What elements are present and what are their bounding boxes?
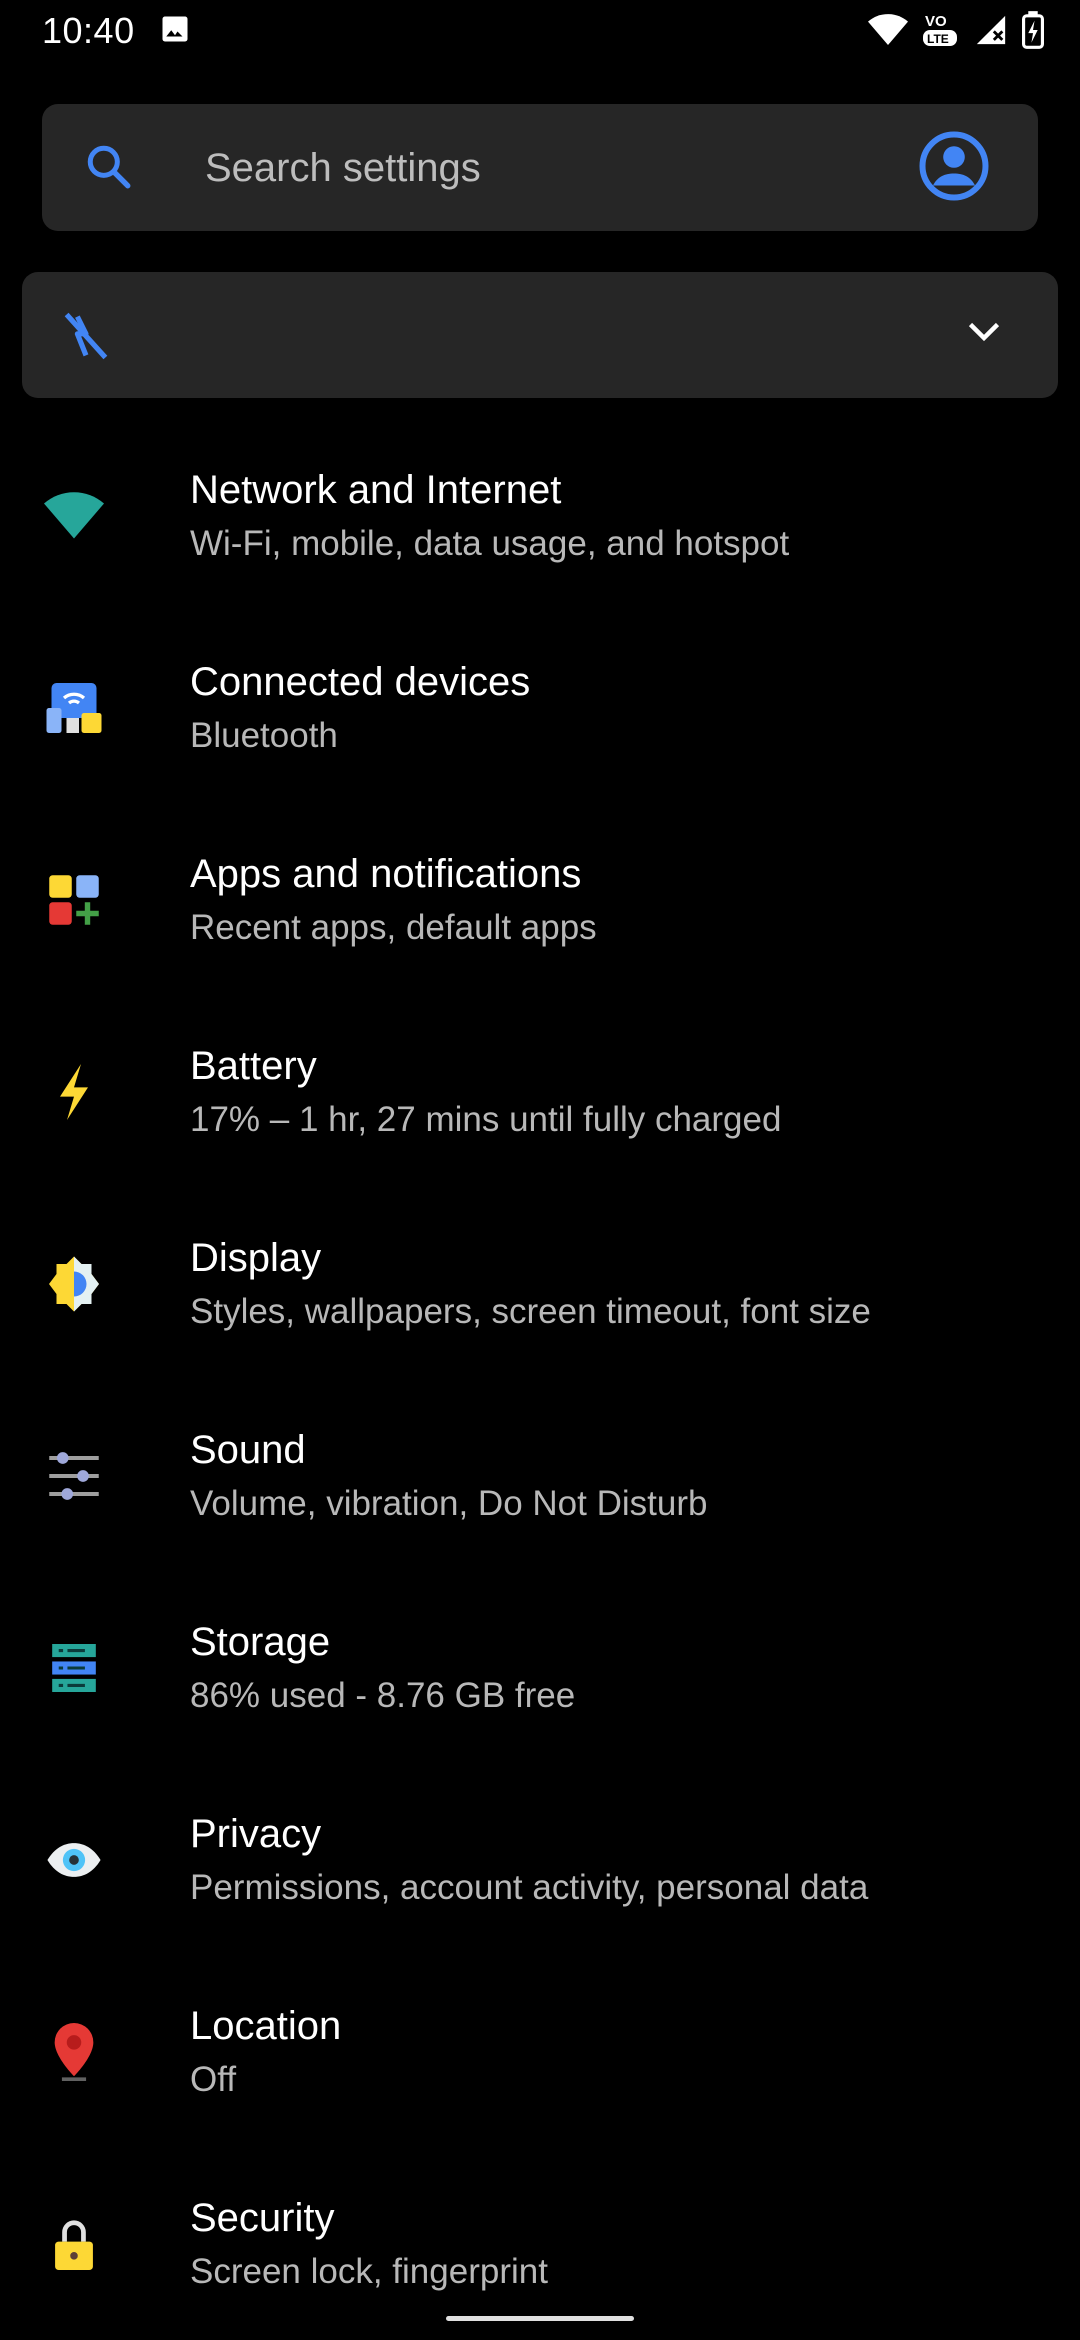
item-subtitle: 17% – 1 hr, 27 mins until fully charged <box>190 1100 782 1139</box>
storage-icon <box>40 1634 108 1702</box>
suggestion-card[interactable] <box>22 272 1058 398</box>
item-subtitle: Permissions, account activity, personal … <box>190 1868 869 1907</box>
item-title: Location <box>190 2004 342 2048</box>
settings-list: Network and Internet Wi-Fi, mobile, data… <box>0 418 1080 2338</box>
settings-item-privacy[interactable]: Privacy Permissions, account activity, p… <box>0 1762 1080 1954</box>
item-title: Privacy <box>190 1812 322 1856</box>
item-subtitle: Volume, vibration, Do Not Disturb <box>190 1484 708 1523</box>
battery-bolt-icon <box>40 1058 108 1126</box>
item-title: Display <box>190 1236 322 1280</box>
battery-charging-icon <box>1022 11 1044 54</box>
item-subtitle: 86% used - 8.76 GB free <box>190 1676 576 1715</box>
item-title: Connected devices <box>190 660 531 704</box>
settings-item-sound[interactable]: Sound Volume, vibration, Do Not Disturb <box>0 1378 1080 1570</box>
item-title: Sound <box>190 1428 306 1472</box>
status-icons: VO LTE <box>868 10 1044 55</box>
settings-item-battery[interactable]: Battery 17% – 1 hr, 27 mins until fully … <box>0 994 1080 1186</box>
account-avatar-icon[interactable] <box>918 130 990 207</box>
settings-item-location[interactable]: Location Off <box>0 1954 1080 2146</box>
lock-icon <box>40 2210 108 2278</box>
signal-icon <box>974 13 1008 52</box>
devices-icon <box>40 674 108 742</box>
location-pin-icon <box>40 2018 108 2086</box>
volte-icon: VO LTE <box>922 10 960 55</box>
gallery-icon <box>160 14 190 49</box>
search-icon <box>84 142 134 197</box>
status-bar: 10:40 VO LTE <box>0 0 1080 66</box>
settings-item-apps[interactable]: Apps and notifications Recent apps, defa… <box>0 802 1080 994</box>
apps-icon <box>40 866 108 934</box>
item-title: Battery <box>190 1044 317 1088</box>
item-title: Security <box>190 2196 335 2240</box>
settings-item-display[interactable]: Display Styles, wallpapers, screen timeo… <box>0 1186 1080 1378</box>
home-indicator[interactable] <box>446 2316 634 2321</box>
search-bar[interactable] <box>42 104 1038 231</box>
item-subtitle: Bluetooth <box>190 716 338 755</box>
status-time: 10:40 <box>42 10 135 51</box>
item-subtitle: Screen lock, fingerprint <box>190 2252 548 2291</box>
settings-item-network[interactable]: Network and Internet Wi-Fi, mobile, data… <box>0 418 1080 610</box>
chevron-down-icon[interactable] <box>966 318 1002 351</box>
brightness-icon <box>40 1250 108 1318</box>
item-subtitle: Off <box>190 2060 237 2099</box>
item-title: Network and Internet <box>190 468 562 512</box>
item-subtitle: Wi-Fi, mobile, data usage, and hotspot <box>190 524 790 563</box>
search-input[interactable] <box>205 138 905 198</box>
item-title: Apps and notifications <box>190 852 582 896</box>
signal-off-icon <box>60 308 112 369</box>
wifi-icon <box>868 13 908 52</box>
settings-item-security[interactable]: Security Screen lock, fingerprint <box>0 2146 1080 2338</box>
item-subtitle: Styles, wallpapers, screen timeout, font… <box>190 1292 871 1331</box>
item-title: Storage <box>190 1620 331 1664</box>
svg-text:LTE: LTE <box>927 32 949 46</box>
eye-icon <box>40 1826 108 1894</box>
wifi-icon <box>40 482 108 550</box>
settings-item-connected-devices[interactable]: Connected devices Bluetooth <box>0 610 1080 802</box>
settings-item-storage[interactable]: Storage 86% used - 8.76 GB free <box>0 1570 1080 1762</box>
sliders-icon <box>40 1442 108 1510</box>
item-subtitle: Recent apps, default apps <box>190 908 597 947</box>
svg-text:VO: VO <box>925 13 947 30</box>
